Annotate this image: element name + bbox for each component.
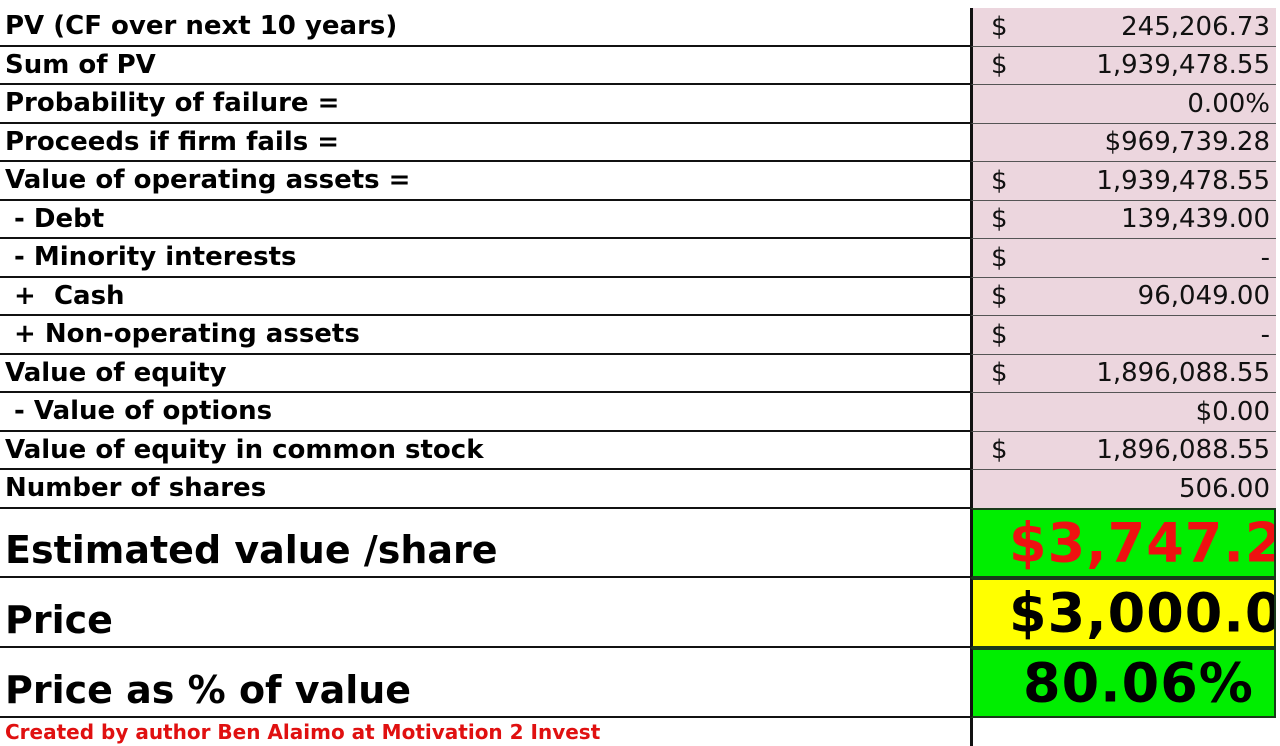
table-row: Value of equity $ 1,896,088.55 (0, 354, 1280, 393)
summary-label: Price as % of value (0, 648, 970, 718)
table-row: Sum of PV $ 1,939,478.55 (0, 46, 1280, 85)
cell-value: 1,896,088.55 (1096, 358, 1270, 389)
row-label: Value of operating assets = (0, 162, 970, 201)
summary-row: Price as % of value 80.06% (0, 648, 1280, 718)
value-cell[interactable]: $ - (970, 239, 1276, 278)
value-cell[interactable]: $ 1,939,478.55 (970, 46, 1276, 85)
summary-row: Price $3,000.0 (0, 578, 1280, 648)
value-cell[interactable]: $ 1,896,088.55 (970, 354, 1276, 393)
row-label: - Minority interests (0, 239, 970, 278)
cell-value: 1,896,088.55 (1096, 435, 1270, 466)
value-cell[interactable]: 0.00% (970, 85, 1276, 124)
value-cell[interactable]: $ 245,206.73 (970, 8, 1276, 47)
row-label: + Non-operating assets (0, 316, 970, 355)
summary-value-cell[interactable]: $3,747.2 (970, 508, 1276, 578)
summary-value-cell[interactable]: 80.06% (970, 648, 1276, 718)
currency-symbol: $ (991, 165, 1008, 196)
currency-symbol: $ (991, 242, 1008, 273)
cell-value: 506.00 (1179, 473, 1270, 504)
row-label: Value of equity in common stock (0, 432, 970, 470)
table-row: Proceeds if firm fails = $969,739.28 (0, 123, 1280, 162)
summary-value: $3,000.0 (1009, 581, 1276, 645)
summary-label: Estimated value /share (0, 508, 970, 578)
column-divider (970, 718, 973, 746)
row-label: + Cash (0, 278, 970, 316)
summary-value: $3,747.2 (1009, 511, 1276, 575)
row-label: - Value of options (0, 393, 970, 432)
currency-symbol: $ (991, 319, 1008, 350)
currency-symbol: $ (991, 50, 1008, 81)
summary-label: Price (0, 578, 970, 648)
cell-value: 0.00% (1187, 88, 1270, 119)
currency-symbol: $ (991, 204, 1008, 235)
value-cell[interactable]: $969,739.28 (970, 123, 1276, 162)
table-row: - Minority interests $ - (0, 239, 1280, 278)
value-cell[interactable]: $ - (970, 316, 1276, 355)
row-label: Sum of PV (0, 47, 970, 85)
table-row: Value of equity in common stock $ 1,896,… (0, 431, 1280, 470)
currency-symbol: $ (991, 435, 1008, 466)
table-row: Probability of failure = 0.00% (0, 85, 1280, 124)
cell-value: 139,439.00 (1121, 204, 1270, 235)
cell-value: 245,206.73 (1121, 11, 1270, 42)
currency-symbol: $ (991, 11, 1008, 42)
summary-value: 80.06% (1023, 651, 1254, 715)
table-row: - Value of options $0.00 (0, 393, 1280, 432)
value-cell[interactable]: $0.00 (970, 393, 1276, 432)
summary-row: Estimated value /share $3,747.2 (0, 508, 1280, 578)
row-label: Number of shares (0, 470, 970, 509)
cell-value: - (1260, 242, 1270, 273)
row-label: PV (CF over next 10 years) (0, 8, 970, 47)
currency-symbol: $ (991, 281, 1008, 312)
cell-value: 1,939,478.55 (1096, 165, 1270, 196)
value-cell[interactable]: $ 1,939,478.55 (970, 162, 1276, 201)
row-label: Value of equity (0, 355, 970, 393)
cell-value: - (1260, 319, 1270, 350)
table-row: PV (CF over next 10 years) $ 245,206.73 (0, 8, 1280, 47)
cell-value: $0.00 (1195, 396, 1270, 427)
table-row: + Cash $ 96,049.00 (0, 277, 1280, 316)
row-label: Probability of failure = (0, 85, 970, 124)
value-cell[interactable]: 506.00 (970, 470, 1276, 509)
author-credit: Created by author Ben Alaimo at Motivati… (5, 720, 601, 744)
row-label: Proceeds if firm fails = (0, 124, 970, 162)
table-row: Number of shares 506.00 (0, 470, 1280, 509)
cell-value: 96,049.00 (1137, 281, 1270, 312)
cell-value: 1,939,478.55 (1096, 50, 1270, 81)
row-label: - Debt (0, 201, 970, 239)
summary-value-cell[interactable]: $3,000.0 (970, 578, 1276, 648)
table-row: - Debt $ 139,439.00 (0, 200, 1280, 239)
currency-symbol: $ (991, 358, 1008, 389)
table-row: + Non-operating assets $ - (0, 316, 1280, 355)
value-cell[interactable]: $ 1,896,088.55 (970, 431, 1276, 470)
table-row: Value of operating assets = $ 1,939,478.… (0, 162, 1280, 201)
value-cell[interactable]: $ 139,439.00 (970, 200, 1276, 239)
value-cell[interactable]: $ 96,049.00 (970, 277, 1276, 316)
cell-value: $969,739.28 (1104, 127, 1270, 158)
